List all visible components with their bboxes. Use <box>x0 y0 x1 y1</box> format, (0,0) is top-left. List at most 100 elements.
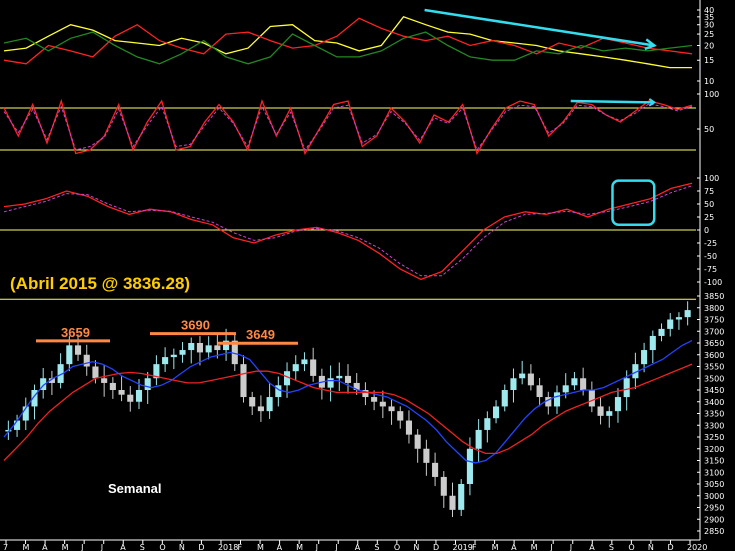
y-tick-label: 3650 <box>704 339 724 348</box>
candle-body <box>301 359 308 365</box>
x-tick-label: A <box>355 543 361 551</box>
x-tick-label: N <box>648 543 654 551</box>
y-tick-label: 3550 <box>704 363 724 372</box>
x-tick-label: J <box>100 543 103 551</box>
y-tick-label: 3750 <box>704 316 724 325</box>
candle-body <box>379 401 386 407</box>
candle-body <box>397 411 404 421</box>
candle-body <box>440 476 447 496</box>
x-tick-label: M <box>257 543 264 551</box>
y-tick-label: 25 <box>704 213 714 222</box>
x-tick-label: M <box>23 543 30 551</box>
y-tick-label: -100 <box>704 278 722 287</box>
level-label: 3649 <box>246 327 275 342</box>
y-tick-label: 2950 <box>704 504 724 513</box>
y-tick-label: 3700 <box>704 327 724 336</box>
y-tick-label: 0 <box>704 226 709 235</box>
x-tick-label: M <box>62 543 69 551</box>
candle-body <box>458 484 465 510</box>
x-tick-label: J <box>334 543 337 551</box>
candle-body <box>536 385 543 398</box>
x-tick-label: A <box>511 543 517 551</box>
candle-body <box>466 448 473 484</box>
candle-body <box>83 354 90 367</box>
candle-body <box>170 354 177 358</box>
candle-body <box>240 364 247 398</box>
x-tick-label: D <box>198 543 204 551</box>
candle-body <box>74 345 82 355</box>
y-tick-label: 3850 <box>704 292 724 301</box>
candle-body <box>310 359 317 376</box>
candle-body <box>257 406 264 412</box>
y-tick-label: 15 <box>704 56 714 65</box>
y-tick-label: 40 <box>704 6 714 15</box>
candle-body <box>527 373 534 386</box>
y-tick-label: 20 <box>704 42 714 51</box>
x-tick-label: 2019 <box>452 543 472 551</box>
candle-body <box>266 397 273 412</box>
candle-body <box>292 364 299 372</box>
x-tick-label: S <box>374 543 379 551</box>
chart-title: (Abril 2015 @ 3836.28) <box>10 274 190 293</box>
candle-body <box>336 375 343 379</box>
chart-caption: Semanal <box>108 481 161 496</box>
candle-body <box>667 319 674 329</box>
candle-body <box>658 328 665 336</box>
candle-body <box>501 390 508 407</box>
candle-body <box>214 345 221 351</box>
trend-annotation <box>570 99 655 104</box>
candle-body <box>580 378 587 390</box>
x-tick-label: 2020 <box>687 543 707 551</box>
y-tick-label: 50 <box>704 200 714 209</box>
candle-body <box>684 310 691 318</box>
x-tick-label: N <box>179 543 185 551</box>
x-tick-label: 2018 <box>218 543 238 551</box>
candle-body <box>92 366 99 379</box>
y-tick-label: 100 <box>704 174 719 183</box>
y-tick-label: 100 <box>704 90 719 99</box>
x-tick-label: O <box>159 543 165 551</box>
y-tick-label: 50 <box>704 125 714 134</box>
candle-body <box>344 375 352 383</box>
candle-body <box>510 378 517 390</box>
y-tick-label: 75 <box>704 187 714 196</box>
candle-body <box>14 420 21 430</box>
candle-body <box>249 397 256 407</box>
level-label: 3659 <box>61 325 90 340</box>
y-tick-label: 3150 <box>704 457 724 466</box>
candle-body <box>188 343 195 351</box>
candle-body <box>641 350 648 365</box>
candle-body <box>388 406 395 412</box>
candle-body <box>109 382 116 390</box>
x-tick-label: J <box>315 543 318 551</box>
y-tick-label: 3200 <box>704 445 724 454</box>
chart: 3659 36903649 101520253035405010010075502… <box>0 0 735 551</box>
y-tick-label: 3100 <box>704 468 724 477</box>
candle-body <box>493 406 500 419</box>
y-tick-label: 3800 <box>704 304 724 313</box>
candle-body <box>135 390 143 402</box>
y-tick-label: -25 <box>704 239 717 248</box>
candle-body <box>606 411 613 416</box>
candle-body <box>179 350 186 355</box>
x-tick-label: O <box>394 543 400 551</box>
x-tick-label: M <box>531 543 538 551</box>
candle-body <box>649 335 656 351</box>
candle-body <box>205 345 212 353</box>
y-tick-label: 10 <box>704 77 714 86</box>
candle-body <box>597 406 604 416</box>
candle-body <box>675 317 682 320</box>
y-tick-label: 2850 <box>704 527 724 536</box>
candle-body <box>423 448 430 463</box>
y-tick-label: 2900 <box>704 515 724 524</box>
candle-body <box>475 429 482 449</box>
x-tick-label: J <box>80 543 83 551</box>
x-tick-label: F <box>238 543 243 551</box>
candle-body <box>623 378 630 398</box>
candle-body <box>562 385 569 393</box>
x-tick-label: J <box>569 543 572 551</box>
x-tick-label: S <box>609 543 614 551</box>
x-tick-label: A <box>120 543 126 551</box>
candle-body <box>127 394 134 402</box>
x-tick-label: S <box>140 543 145 551</box>
